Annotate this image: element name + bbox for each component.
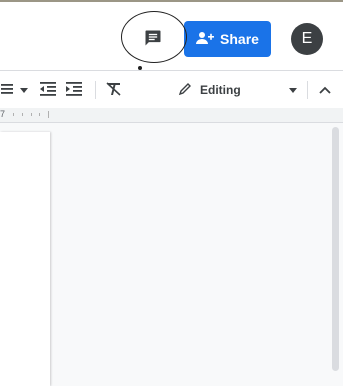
document-canvas[interactable] [0,123,343,386]
share-button[interactable]: Share [184,21,271,57]
ruler-number: 7 [0,109,6,119]
bulleted-list-icon [1,82,13,99]
increase-indent-icon [66,81,82,99]
docs-header: Share E [0,2,343,68]
horizontal-ruler: 7 [0,108,343,123]
comment-icon [143,28,163,53]
vertical-scrollbar[interactable] [332,127,339,371]
document-page[interactable] [0,132,50,386]
clear-formatting-button[interactable] [103,71,125,109]
open-comments-button[interactable] [135,22,171,58]
ruler-tick [48,111,49,118]
editing-mode-label: Editing [200,83,241,97]
share-button-label: Share [220,31,259,47]
ruler-tick [13,113,14,116]
person-add-icon [196,31,215,48]
clear-formatting-icon [106,81,122,99]
toolbar-divider [307,81,308,99]
decrease-indent-button[interactable] [37,71,59,109]
avatar-initial: E [301,30,313,47]
list-options-dropdown[interactable] [17,71,31,109]
toolbar-divider [95,81,96,99]
editing-mode-chevron[interactable] [284,71,302,109]
chevron-down-icon [20,83,28,97]
chevron-down-icon [289,83,297,97]
formatting-toolbar: Editing [0,70,343,109]
editing-mode-dropdown[interactable]: Editing [178,71,274,109]
ruler-tick [31,113,32,116]
ruler-tick [39,113,40,116]
chevron-up-icon [319,83,331,97]
decrease-indent-icon [40,81,56,99]
increase-indent-button[interactable] [63,71,85,109]
account-avatar[interactable]: E [291,23,323,55]
collapse-menus-button[interactable] [313,71,337,109]
bulleted-list-button[interactable] [0,71,14,109]
pencil-icon [178,82,192,99]
ruler-tick [22,113,23,116]
